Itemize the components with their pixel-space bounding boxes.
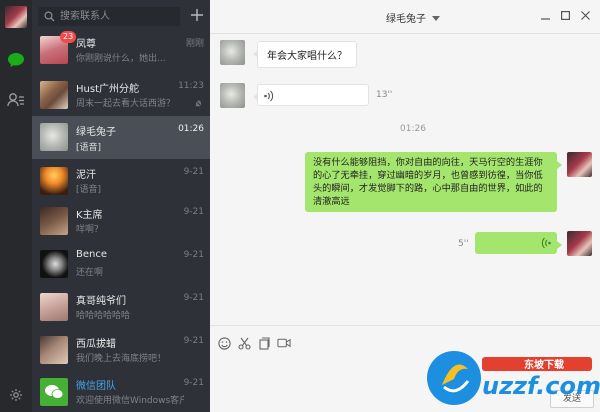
conversation-preview: [语音] — [76, 185, 102, 195]
search-icon — [44, 11, 55, 25]
main-nav — [0, 0, 32, 412]
conversation-name: 西瓜拔蜡 — [76, 339, 116, 350]
message-text: 没有什么能够阻挡，你对自由的向往，天马行空的生涯你的心了无牵挂，穿过幽暗的岁月，… — [313, 157, 543, 207]
conversation-item[interactable]: 23 凤尊 你刚刚说什么，她出... 刚刚 — [32, 30, 210, 70]
mute-bell-icon — [194, 99, 203, 111]
avatar — [40, 123, 68, 151]
emoji-icon[interactable] — [217, 336, 231, 350]
avatar — [40, 336, 68, 364]
my-avatar[interactable] — [567, 152, 592, 177]
sent-voice-bubble[interactable] — [475, 232, 562, 254]
search-input[interactable] — [60, 9, 176, 24]
conversation-item[interactable]: Bence 还在啊 9-21 — [32, 244, 210, 284]
conversation-item[interactable]: 微信团队 欢迎使用微信Windows客户端 9-21 — [32, 372, 210, 412]
voice-wave-icon — [264, 90, 274, 105]
conversation-name: 泥汗 — [76, 170, 96, 181]
contact-avatar[interactable] — [220, 40, 245, 65]
watermark-slogan: 东坡下载 — [524, 360, 564, 371]
voice-duration: 5'' — [458, 239, 469, 249]
avatar — [40, 250, 68, 278]
message-text: 年会大家唱什么？ — [267, 51, 347, 62]
conversation-preview: 周末一起去看大话西游？ — [76, 99, 176, 109]
unread-badge: 23 — [60, 31, 77, 43]
settings-gear-icon[interactable] — [6, 385, 26, 405]
my-avatar[interactable] — [567, 231, 592, 256]
conversation-preview: 哈哈哈哈哈哈 — [76, 311, 131, 321]
file-icon[interactable] — [257, 336, 271, 350]
conversation-name: K主席 — [76, 210, 103, 221]
video-call-icon[interactable] — [277, 336, 291, 350]
conversation-item[interactable]: K主席 咩啊？ 9-21 — [32, 201, 210, 241]
sent-message-bubble: 没有什么能够阻挡，你对自由的向往，天马行空的生涯你的心了无牵挂，穿过幽暗的岁月，… — [305, 152, 562, 212]
conversation-time: 01:26 — [178, 124, 204, 134]
conversation-item[interactable]: 真哥纯爷们 哈哈哈哈哈哈 9-21 — [32, 287, 210, 327]
avatar — [40, 167, 68, 195]
conversation-time: 9-21 — [183, 207, 204, 217]
chevron-down-icon[interactable] — [432, 13, 440, 24]
start-chat-plus-icon[interactable] — [189, 6, 205, 24]
wechat-logo-icon — [40, 378, 68, 406]
conversation-name: Hust广州分舵 — [76, 84, 139, 95]
conversation-time: 9-21 — [183, 250, 204, 260]
conversation-name: 凤尊 — [76, 39, 96, 50]
watermark-logo: 东坡下载 uzzf.com — [424, 345, 600, 411]
minimize-icon[interactable] — [538, 8, 552, 22]
conversation-item-active[interactable]: 绿毛兔子 [语音] 01:26 — [32, 116, 210, 159]
conversation-preview: 欢迎使用微信Windows客户端 — [76, 396, 184, 406]
watermark-brand: uzzf.com — [482, 372, 600, 400]
voice-message-bubble[interactable] — [253, 84, 369, 106]
avatar — [40, 293, 68, 321]
conversation-time: 9-21 — [183, 293, 204, 303]
message-timestamp: 01:26 — [400, 124, 426, 134]
conversation-name: 微信团队 — [76, 381, 116, 392]
conversation-list: 23 凤尊 你刚刚说什么，她出... 刚刚 Hust广州分舵 周末一起去看大话西… — [32, 0, 210, 412]
conversation-name: 真哥纯爷们 — [76, 296, 126, 307]
conversation-time: 11:23 — [178, 81, 204, 91]
conversation-preview: 我们晚上去海底捞吧！ — [76, 354, 167, 364]
contacts-icon[interactable] — [6, 90, 26, 110]
voice-duration: 13'' — [376, 90, 393, 100]
chat-title[interactable]: 绿毛兔子 — [386, 10, 426, 25]
avatar — [40, 81, 68, 109]
conversation-preview: 还在啊 — [76, 268, 104, 278]
voice-wave-icon — [541, 237, 551, 253]
conversation-item[interactable]: 泥汗 [语音] 9-21 — [32, 161, 210, 201]
my-avatar[interactable] — [5, 6, 27, 28]
conversation-preview: [语音] — [76, 143, 102, 153]
conversation-name: Bence — [76, 249, 108, 260]
conversation-time: 9-21 — [183, 336, 204, 346]
conversation-item[interactable]: Hust广州分舵 周末一起去看大话西游？ 11:23 — [32, 75, 210, 115]
conversation-preview: 你刚刚说什么，她出... — [76, 54, 166, 64]
chat-icon[interactable] — [6, 50, 26, 70]
avatar — [40, 207, 68, 235]
close-icon[interactable] — [578, 8, 592, 22]
message-bubble: 年会大家唱什么？ — [253, 41, 357, 68]
search-box[interactable] — [38, 7, 180, 26]
conversation-time: 9-21 — [183, 167, 204, 177]
conversation-name: 绿毛兔子 — [76, 127, 116, 138]
chat-header: 绿毛兔子 — [210, 0, 600, 34]
conversation-item[interactable]: 西瓜拔蜡 我们晚上去海底捞吧！ 9-21 — [32, 330, 210, 370]
conversation-time: 9-21 — [183, 378, 204, 388]
conversation-preview: 咩啊？ — [76, 225, 104, 235]
scissors-screenshot-icon[interactable] — [237, 336, 251, 350]
maximize-icon[interactable] — [558, 8, 572, 22]
conversation-time: 刚刚 — [185, 39, 204, 49]
contact-avatar[interactable] — [220, 83, 245, 108]
